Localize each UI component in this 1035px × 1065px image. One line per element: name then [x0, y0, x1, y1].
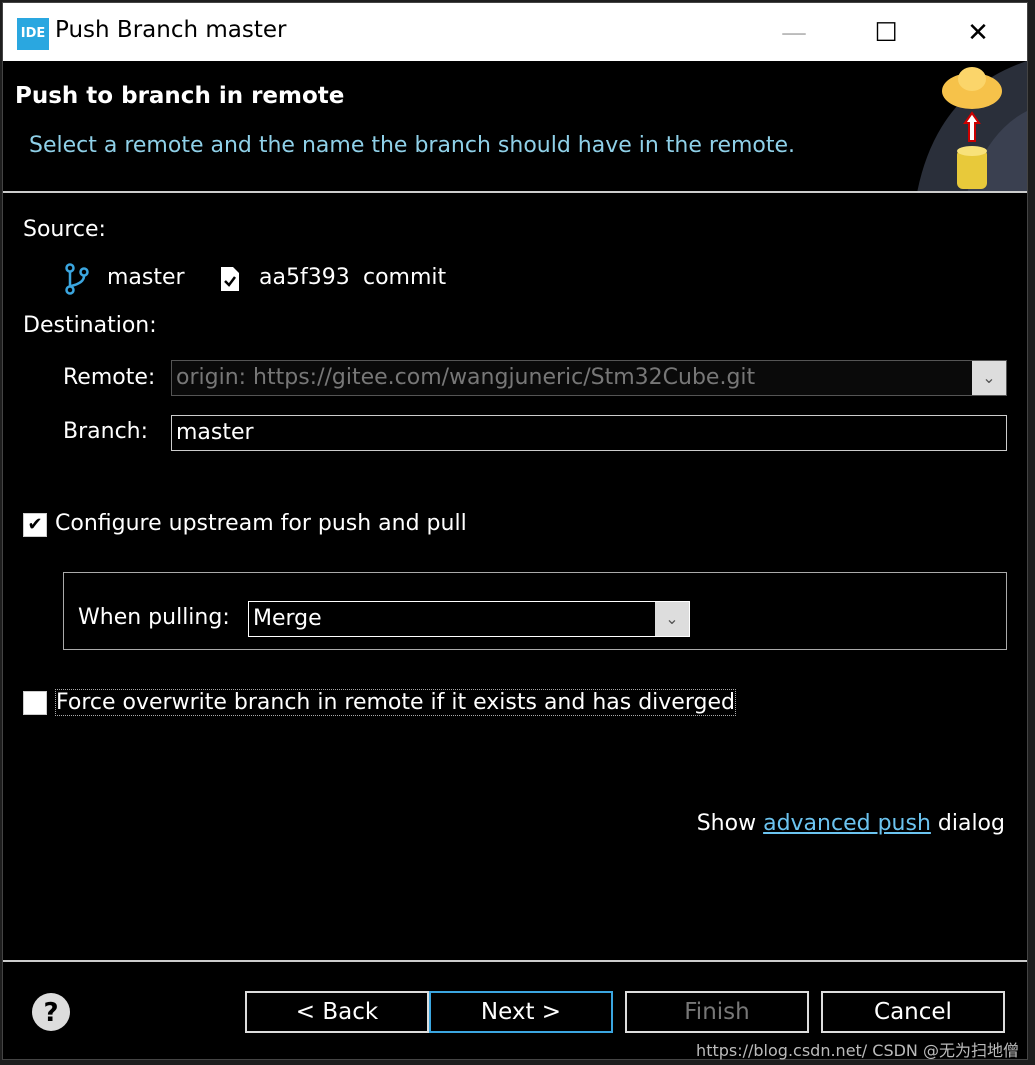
branch-input[interactable]: master [171, 415, 1007, 451]
cancel-button[interactable]: Cancel [821, 991, 1005, 1033]
next-button[interactable]: Next > [429, 991, 613, 1033]
branch-label: Branch: [63, 419, 149, 444]
commit-file-icon [221, 267, 239, 291]
close-button[interactable]: ✕ [955, 13, 1001, 53]
source-branch: master [107, 265, 185, 290]
push-branch-dialog: IDE Push Branch master — ☐ ✕ Push to bra… [2, 2, 1028, 1060]
advanced-push-link[interactable]: advanced push [763, 811, 931, 836]
finish-button[interactable]: Finish [625, 991, 809, 1033]
watermark: https://blog.csdn.net/ CSDN @无为扫地僧 [696, 1041, 1019, 1060]
ide-logo-icon: IDE [17, 18, 49, 50]
push-cloud-icon [917, 61, 1027, 191]
commit-id: aa5f393 [259, 265, 350, 290]
chevron-down-icon: ⌄ [655, 602, 689, 636]
git-branch-icon [65, 263, 89, 295]
advanced-suffix: dialog [937, 811, 1005, 836]
commit-message: commit [363, 265, 447, 290]
remote-label: Remote: [63, 365, 156, 390]
minimize-button[interactable]: — [771, 13, 817, 53]
divider [3, 960, 1027, 962]
when-pulling-label: When pulling: [78, 605, 230, 630]
chevron-down-icon: ⌄ [972, 361, 1006, 395]
advanced-push-text: Show advanced push dialog [697, 811, 1005, 836]
title-bar: IDE Push Branch master — ☐ ✕ [3, 3, 1027, 61]
help-icon[interactable]: ? [31, 992, 71, 1032]
wizard-header: Push to branch in remote Select a remote… [3, 61, 1027, 193]
upstream-group: When pulling: Merge ⌄ [63, 572, 1007, 650]
configure-upstream-checkbox[interactable]: ✔ [23, 513, 47, 537]
source-label: Source: [23, 217, 106, 242]
configure-upstream-label[interactable]: Configure upstream for push and pull [55, 511, 467, 536]
destination-label: Destination: [23, 313, 157, 338]
remote-value: origin: https://gitee.com/wangjuneric/St… [176, 365, 756, 390]
page-title: Push to branch in remote [15, 83, 345, 109]
back-button[interactable]: < Back [245, 991, 429, 1033]
maximize-button[interactable]: ☐ [863, 13, 909, 53]
page-description: Select a remote and the name the branch … [29, 133, 796, 158]
force-overwrite-checkbox[interactable] [23, 691, 47, 715]
advanced-prefix: Show [696, 811, 757, 836]
when-pulling-value: Merge [253, 606, 322, 631]
window-title: Push Branch master [55, 17, 287, 43]
when-pulling-select[interactable]: Merge ⌄ [248, 601, 690, 637]
force-overwrite-label[interactable]: Force overwrite branch in remote if it e… [55, 689, 736, 716]
remote-select[interactable]: origin: https://gitee.com/wangjuneric/St… [171, 360, 1007, 396]
svg-text:?: ? [43, 998, 58, 1028]
